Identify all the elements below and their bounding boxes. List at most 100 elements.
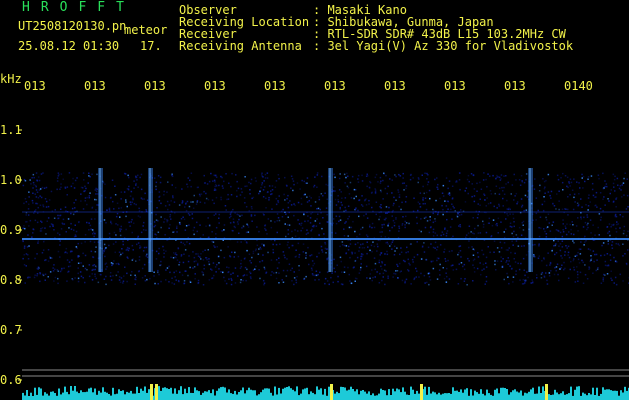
noise-dot [447, 193, 450, 195]
noise-dot [91, 229, 94, 231]
noise-dot [394, 273, 397, 275]
noise-dot [225, 173, 227, 175]
meter-bar [570, 386, 572, 400]
noise-dot [524, 279, 526, 282]
noise-dot [457, 253, 459, 256]
noise-dot [588, 268, 590, 270]
noise-dot [615, 198, 617, 200]
noise-dot [309, 254, 311, 257]
noise-dot [318, 278, 320, 281]
noise-dot [369, 226, 371, 228]
noise-dot [30, 183, 32, 185]
noise-dot [623, 194, 625, 196]
meter-bar [24, 395, 26, 400]
noise-dot [588, 266, 590, 268]
noise-dot [412, 261, 414, 263]
noise-dot [471, 246, 473, 248]
noise-dot [218, 217, 220, 219]
noise-dot [187, 177, 189, 179]
noise-dot [309, 217, 312, 219]
noise-dot [339, 219, 342, 221]
noise-dot [202, 284, 205, 286]
meter-bar [558, 394, 560, 400]
noise-dot [616, 177, 619, 180]
noise-dot [159, 176, 162, 179]
noise-dot [228, 216, 231, 219]
noise-dot [291, 267, 293, 270]
noise-dot [548, 222, 551, 224]
noise-dot [391, 215, 393, 217]
meter-bar [352, 389, 354, 400]
noise-dot [65, 231, 67, 233]
meter-bar [274, 386, 276, 400]
noise-dot [434, 178, 436, 181]
meter-bar [398, 389, 400, 400]
noise-dot [380, 204, 382, 206]
noise-dot [95, 187, 97, 190]
noise-dot [202, 259, 205, 261]
noise-dot [266, 233, 268, 235]
noise-dot [179, 223, 181, 225]
meter-bar [322, 394, 324, 400]
noise-dot [236, 195, 238, 198]
noise-dot [426, 281, 428, 284]
noise-dot [407, 270, 410, 272]
noise-dot [436, 234, 438, 237]
noise-dot [326, 258, 328, 261]
noise-dot [237, 214, 240, 216]
noise-dot [122, 243, 124, 246]
noise-dot [548, 272, 551, 274]
noise-dot [245, 231, 248, 234]
noise-dot [354, 243, 357, 246]
noise-dot [580, 241, 582, 243]
noise-dot [108, 244, 110, 247]
meter-bar [80, 390, 82, 400]
noise-dot [622, 232, 625, 235]
noise-dot [594, 253, 596, 256]
noise-dot [60, 228, 63, 230]
noise-dot [538, 190, 541, 192]
noise-dot [487, 173, 489, 175]
noise-dot [76, 247, 78, 249]
noise-dot [306, 182, 308, 184]
noise-dot [424, 202, 426, 205]
noise-dot [604, 264, 607, 267]
noise-dot [37, 197, 40, 199]
noise-dot [36, 267, 39, 270]
noise-dot [313, 184, 316, 187]
noise-dot [131, 259, 134, 261]
noise-dot [613, 282, 615, 284]
noise-dot [571, 221, 573, 223]
noise-dot [567, 208, 569, 211]
noise-dot [286, 224, 289, 226]
noise-dot [214, 189, 217, 191]
noise-dot [534, 256, 536, 258]
noise-dot [268, 199, 270, 201]
noise-dot [208, 224, 211, 226]
noise-dot [392, 219, 395, 222]
noise-dot [509, 213, 511, 215]
noise-dot [160, 226, 162, 229]
noise-dot [532, 281, 534, 283]
noise-dot [125, 201, 127, 203]
noise-dot [421, 174, 423, 176]
noise-dot [65, 247, 68, 250]
noise-dot [103, 250, 105, 253]
noise-dot [301, 227, 304, 229]
noise-dot [479, 204, 481, 206]
noise-dot [391, 248, 393, 250]
meter-bar [86, 391, 88, 400]
meter-bar [588, 393, 590, 400]
meter-bar [210, 393, 212, 400]
noise-dot [91, 173, 93, 175]
noise-dot [208, 263, 211, 266]
noise-dot [308, 199, 310, 202]
meter-bar [176, 393, 178, 400]
noise-dot [289, 269, 292, 271]
noise-dot [103, 278, 106, 280]
noise-dot [379, 182, 382, 184]
meter-bar [42, 395, 44, 400]
noise-dot [404, 260, 406, 263]
noise-dot [372, 276, 374, 279]
noise-dot [397, 277, 399, 279]
